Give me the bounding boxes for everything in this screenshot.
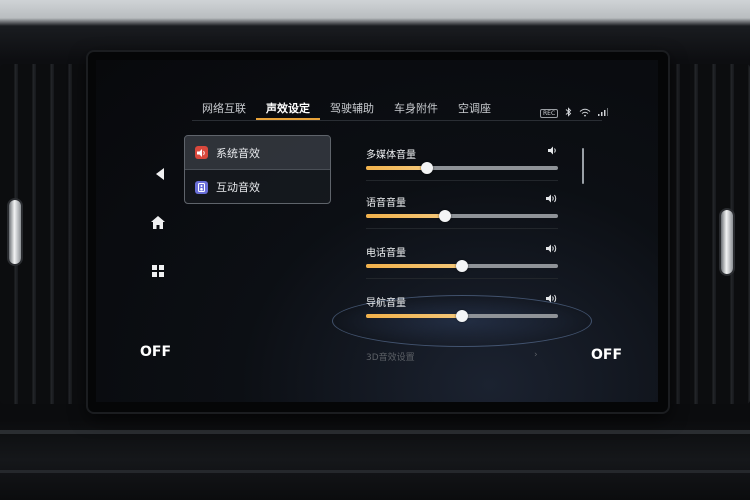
status-bar: REC — [540, 107, 609, 120]
menu-item-interactive-sound[interactable]: 互动音效 — [185, 170, 330, 204]
chevron-right-icon: › — [534, 350, 538, 360]
volume-slider[interactable] — [366, 162, 558, 174]
volume-row-media: 多媒体音量 — [366, 146, 558, 181]
car-dashboard: 网络互联 声效设定 驾驶辅助 车身附件 空调座 REC OFF OFF 系统音效… — [0, 0, 750, 500]
partial-row-label: 3D音效设置 — [366, 353, 415, 363]
volume-fill — [366, 314, 462, 318]
tab-climate-seat[interactable]: 空调座 — [448, 98, 501, 120]
left-air-vent — [0, 64, 88, 404]
sound-menu: 系统音效 互动音效 — [184, 135, 331, 204]
menu-item-system-sound[interactable]: 系统音效 — [185, 136, 330, 170]
volume-fill — [366, 264, 462, 268]
settings-tabs: 网络互联 声效设定 驾驶辅助 车身附件 空调座 — [192, 98, 501, 120]
volume-label: 导航音量 — [366, 298, 406, 309]
volume-label: 电话音量 — [366, 248, 406, 259]
volume-label: 多媒体音量 — [366, 150, 416, 161]
infotainment-screen: 网络互联 声效设定 驾驶辅助 车身附件 空调座 REC OFF OFF 系统音效… — [96, 60, 658, 402]
tab-network[interactable]: 网络互联 — [192, 98, 256, 120]
volume-speaker-icon — [546, 294, 558, 306]
volume-fill — [366, 214, 445, 218]
rec-badge: REC — [540, 109, 559, 118]
volume-knob[interactable] — [456, 310, 468, 322]
dashboard-trim-lower — [0, 470, 750, 473]
back-icon[interactable] — [150, 168, 170, 183]
home-icon[interactable] — [148, 216, 168, 233]
bluetooth-icon — [565, 107, 572, 120]
volume-knob[interactable] — [439, 210, 451, 222]
volume-row-voice: 语音音量 — [366, 194, 558, 229]
volume-row-navigation: 导航音量 — [366, 294, 558, 322]
tab-driving-assist[interactable]: 驾驶辅助 — [320, 98, 384, 120]
row-divider — [366, 180, 558, 181]
apps-grid-icon[interactable] — [148, 265, 168, 281]
tab-body-accessories[interactable]: 车身附件 — [384, 98, 448, 120]
right-vent-handle — [721, 210, 733, 274]
volume-fill — [366, 166, 427, 170]
interactive-sound-icon — [195, 180, 208, 194]
scrollbar[interactable] — [582, 148, 584, 184]
menu-item-label: 系统音效 — [216, 146, 260, 160]
volume-speaker-icon — [548, 146, 558, 158]
right-air-vent — [662, 64, 750, 404]
wifi-icon — [579, 108, 591, 120]
left-vent-handle — [9, 200, 21, 264]
volume-row-phone: 电话音量 — [366, 244, 558, 279]
volume-slider[interactable] — [366, 260, 558, 272]
row-divider — [366, 278, 558, 279]
volume-speaker-icon — [546, 244, 558, 256]
dashboard-trim — [0, 430, 750, 434]
climate-off-right[interactable]: OFF — [591, 347, 622, 363]
volume-speaker-icon — [546, 194, 558, 206]
volume-slider[interactable] — [366, 310, 558, 322]
speaker-icon — [195, 146, 208, 159]
menu-item-label: 互动音效 — [216, 181, 260, 194]
tab-sound-settings[interactable]: 声效设定 — [256, 98, 320, 120]
volume-knob[interactable] — [456, 260, 468, 272]
volume-knob[interactable] — [421, 162, 433, 174]
climate-off-left[interactable]: OFF — [140, 344, 171, 360]
row-divider — [366, 228, 558, 229]
volume-label: 语音音量 — [366, 198, 406, 209]
signal-icon — [598, 108, 609, 119]
tab-underline — [192, 120, 602, 121]
volume-slider[interactable] — [366, 210, 558, 222]
